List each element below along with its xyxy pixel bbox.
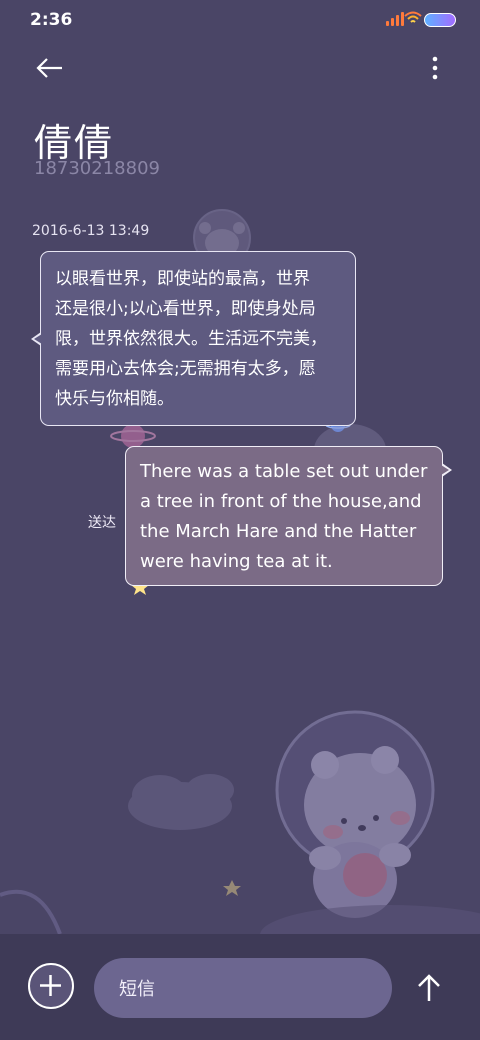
- plus-icon: [40, 975, 61, 996]
- message-input[interactable]: 短信: [94, 958, 392, 1018]
- signal-icon: [386, 12, 404, 26]
- status-time: 2:36: [30, 10, 73, 30]
- status-bar: 2:36: [0, 0, 480, 40]
- battery-icon: [424, 13, 456, 27]
- incoming-bubble-tail-fill: [34, 334, 42, 344]
- message-line: There was a table set out under: [140, 461, 428, 482]
- message-line: 限，世界依然很大。生活远不完美，: [55, 329, 327, 349]
- more-vertical-icon[interactable]: [430, 54, 440, 84]
- incoming-message-bubble[interactable]: 以眼看世界，即使站的最高，世界 还是很小;以心看世界，即使身处局 限，世界依然很…: [40, 251, 356, 426]
- message-input-placeholder: 短信: [119, 979, 155, 1000]
- outgoing-message-bubble[interactable]: There was a table set out under a tree i…: [125, 446, 443, 586]
- contact-number: 18730218809: [34, 158, 160, 179]
- message-line: were having tea at it.: [140, 551, 333, 572]
- wifi-icon: [404, 11, 422, 23]
- message-line: 还是很小;以心看世界，即使身处局: [55, 299, 316, 319]
- message-line: a tree in front of the house,and: [140, 491, 422, 512]
- delivery-status: 送达: [88, 515, 116, 531]
- message-line: 需要用心去体会;无需拥有太多，愿: [55, 359, 316, 379]
- attach-plus-icon[interactable]: [28, 963, 74, 1009]
- message-line: the March Hare and the Hatter: [140, 521, 417, 542]
- back-arrow-icon[interactable]: [30, 50, 70, 86]
- message-timestamp: 2016-6-13 13:49: [32, 223, 150, 239]
- message-line: 以眼看世界，即使站的最高，世界: [55, 269, 310, 289]
- send-arrow-up-icon[interactable]: [412, 970, 446, 1006]
- outgoing-bubble-tail-fill: [441, 465, 449, 475]
- message-line: 快乐与你相随。: [55, 389, 174, 409]
